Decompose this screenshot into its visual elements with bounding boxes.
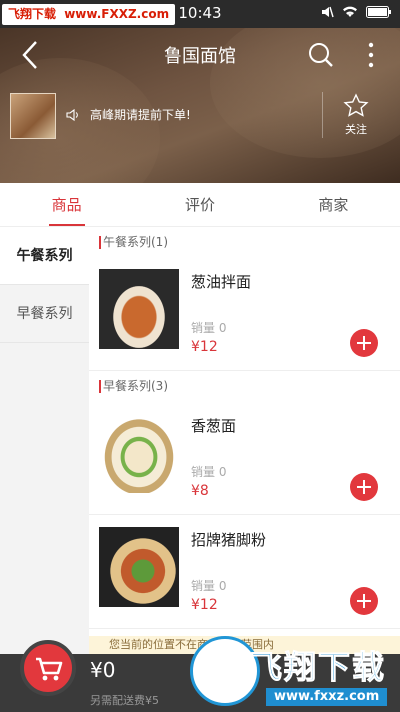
menu-list: 午餐系列(1) 葱油拌面 销量 0 ¥12 早餐系列(3) 香葱面 销量 0 ¥… xyxy=(89,227,400,654)
category-breakfast[interactable]: 早餐系列 xyxy=(0,285,89,343)
shop-logo xyxy=(10,93,56,139)
shop-notice: 高峰期请提前下单! xyxy=(66,106,191,123)
shop-header: 鲁国面馆 高峰期请提前下单! 关注 xyxy=(0,28,400,183)
menu-item[interactable]: 招牌猪脚粉 销量 0 ¥12 xyxy=(89,515,400,629)
speaker-icon xyxy=(66,108,78,121)
shop-title: 鲁国面馆 xyxy=(164,46,236,67)
more-button[interactable] xyxy=(364,40,378,70)
search-button[interactable] xyxy=(306,40,336,70)
cart-total: ¥0 xyxy=(90,658,116,682)
tab-products[interactable]: 商品 xyxy=(0,183,133,226)
item-sales: 销量 0 xyxy=(191,321,227,335)
menu-item[interactable]: 香葱面 销量 0 ¥8 xyxy=(89,401,400,515)
follow-label: 关注 xyxy=(345,123,367,136)
shopping-cart-icon xyxy=(36,657,63,681)
tab-merchant[interactable]: 商家 xyxy=(267,183,400,226)
add-to-cart-button[interactable] xyxy=(350,329,378,357)
item-sales: 销量 0 xyxy=(191,465,227,479)
item-price: ¥8 xyxy=(191,483,209,499)
more-vertical-icon xyxy=(368,42,374,68)
menu-item[interactable]: 葱油拌面 销量 0 ¥12 xyxy=(89,257,400,371)
mute-icon xyxy=(322,6,334,18)
item-name: 葱油拌面 xyxy=(191,273,252,291)
item-price: ¥12 xyxy=(191,597,218,613)
battery-icon xyxy=(366,6,391,18)
tab-reviews[interactable]: 评价 xyxy=(133,183,266,226)
follow-button[interactable]: 关注 xyxy=(330,93,382,139)
add-to-cart-button[interactable] xyxy=(350,587,378,615)
header-divider xyxy=(322,92,323,138)
section-header-lunch: 午餐系列(1) xyxy=(89,227,400,257)
item-price: ¥12 xyxy=(191,339,218,355)
section-header-breakfast: 早餐系列(3) xyxy=(89,371,400,401)
watermark-url-bottom: www.fxxz.com xyxy=(266,688,388,706)
status-icons xyxy=(320,5,392,19)
add-to-cart-button[interactable] xyxy=(350,473,378,501)
tab-bar: 商品 评价 商家 xyxy=(0,183,400,227)
search-icon xyxy=(309,43,333,67)
item-image xyxy=(99,527,179,607)
item-image xyxy=(99,413,179,493)
item-name: 香葱面 xyxy=(191,417,237,435)
item-name: 招牌猪脚粉 xyxy=(191,531,267,549)
cart-button[interactable] xyxy=(20,640,76,696)
category-lunch[interactable]: 午餐系列 xyxy=(0,227,89,285)
watermark-logo: 飞翔下载 www.fxxz.com xyxy=(190,634,400,712)
item-sales: 销量 0 xyxy=(191,579,227,593)
wifi-icon xyxy=(343,6,357,18)
category-sidebar: 午餐系列 早餐系列 xyxy=(0,227,89,654)
item-image xyxy=(99,269,179,349)
notice-text: 高峰期请提前下单! xyxy=(90,108,191,122)
delivery-fee: 另需配送费¥5 xyxy=(90,694,159,707)
watermark-brand: 飞翔下载 xyxy=(249,648,387,687)
star-icon xyxy=(343,93,369,117)
status-bar: 飞翔下载 www.FXXZ.com 10:43 xyxy=(0,0,400,28)
